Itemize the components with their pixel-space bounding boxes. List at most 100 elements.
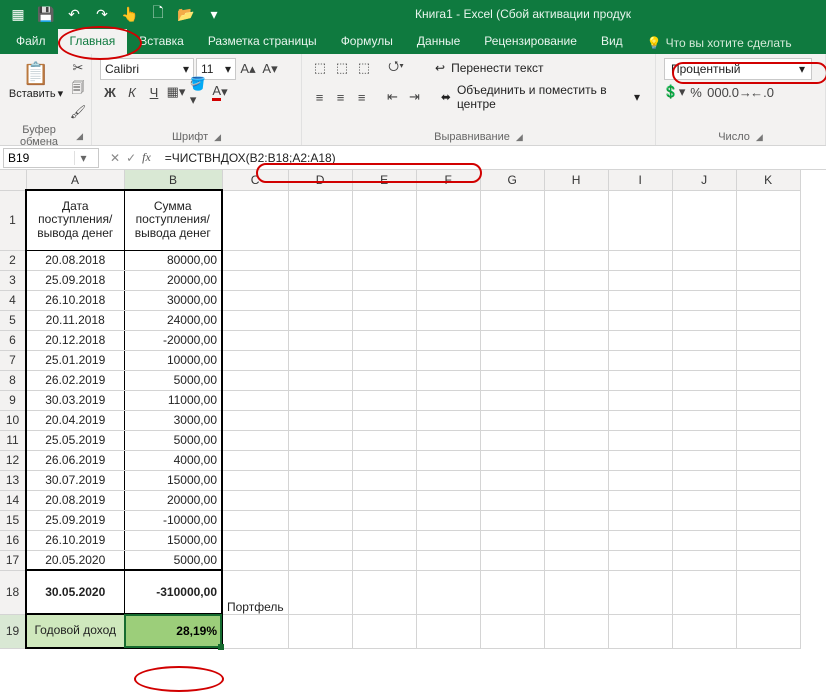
cell-B8[interactable]: 5000,00 xyxy=(124,370,222,390)
decrease-decimal-icon[interactable]: ←.0 xyxy=(752,82,772,102)
formula-input[interactable] xyxy=(159,151,826,165)
cell-C14[interactable] xyxy=(222,490,288,510)
cell-C17[interactable] xyxy=(222,550,288,570)
cell-B19[interactable]: 28,19% xyxy=(124,614,222,648)
cell-J12[interactable] xyxy=(672,450,736,470)
row-header-4[interactable]: 4 xyxy=(0,290,26,310)
row-header-16[interactable]: 16 xyxy=(0,530,26,550)
cell-E16[interactable] xyxy=(352,530,416,550)
clipboard-dialog-launcher-icon[interactable]: ◢ xyxy=(76,131,83,142)
cell-H15[interactable] xyxy=(544,510,608,530)
cell-G6[interactable] xyxy=(480,330,544,350)
cell-H2[interactable] xyxy=(544,250,608,270)
cell-I19[interactable] xyxy=(608,614,672,648)
touch-mode-icon[interactable]: 👆 xyxy=(118,2,142,26)
cell-G12[interactable] xyxy=(480,450,544,470)
cell-H1[interactable] xyxy=(544,190,608,250)
decrease-indent-icon[interactable]: ⇤ xyxy=(382,87,402,107)
cell-G10[interactable] xyxy=(480,410,544,430)
cell-J11[interactable] xyxy=(672,430,736,450)
cell-K14[interactable] xyxy=(736,490,800,510)
cell-G11[interactable] xyxy=(480,430,544,450)
cell-E6[interactable] xyxy=(352,330,416,350)
row-header-14[interactable]: 14 xyxy=(0,490,26,510)
accounting-format-icon[interactable]: 💲▾ xyxy=(664,82,684,102)
cell-J9[interactable] xyxy=(672,390,736,410)
cell-G2[interactable] xyxy=(480,250,544,270)
cell-I13[interactable] xyxy=(608,470,672,490)
cell-A1[interactable]: Дата поступления/вывода денег xyxy=(26,190,124,250)
cell-D11[interactable] xyxy=(288,430,352,450)
number-dialog-launcher-icon[interactable]: ◢ xyxy=(756,132,763,143)
cell-A15[interactable]: 25.09.2019 xyxy=(26,510,124,530)
cell-A16[interactable]: 26.10.2019 xyxy=(26,530,124,550)
cell-A4[interactable]: 26.10.2018 xyxy=(26,290,124,310)
cell-C19[interactable] xyxy=(222,614,288,648)
cell-C15[interactable] xyxy=(222,510,288,530)
cell-E2[interactable] xyxy=(352,250,416,270)
cell-E11[interactable] xyxy=(352,430,416,450)
cell-E17[interactable] xyxy=(352,550,416,570)
cell-K8[interactable] xyxy=(736,370,800,390)
cell-H3[interactable] xyxy=(544,270,608,290)
cell-F12[interactable] xyxy=(416,450,480,470)
number-format-select[interactable]: Процентный▾ xyxy=(664,58,812,80)
cell-C13[interactable] xyxy=(222,470,288,490)
excel-app-icon[interactable]: ▦ xyxy=(6,2,30,26)
cell-H8[interactable] xyxy=(544,370,608,390)
cell-G8[interactable] xyxy=(480,370,544,390)
cell-I12[interactable] xyxy=(608,450,672,470)
row-header-8[interactable]: 8 xyxy=(0,370,26,390)
cell-F3[interactable] xyxy=(416,270,480,290)
cell-J2[interactable] xyxy=(672,250,736,270)
cell-B5[interactable]: 24000,00 xyxy=(124,310,222,330)
cell-I14[interactable] xyxy=(608,490,672,510)
bold-button[interactable]: Ж xyxy=(100,82,120,102)
align-bottom-icon[interactable]: ⬚ xyxy=(354,58,374,78)
cell-F9[interactable] xyxy=(416,390,480,410)
tab-file[interactable]: Файл xyxy=(4,29,58,54)
cell-B1[interactable]: Сумма поступления/вывода денег xyxy=(124,190,222,250)
cell-I17[interactable] xyxy=(608,550,672,570)
cell-A3[interactable]: 25.09.2018 xyxy=(26,270,124,290)
cell-H13[interactable] xyxy=(544,470,608,490)
save-icon[interactable]: 💾 xyxy=(34,2,58,26)
cell-B13[interactable]: 15000,00 xyxy=(124,470,222,490)
cell-D6[interactable] xyxy=(288,330,352,350)
cell-C2[interactable] xyxy=(222,250,288,270)
cell-K1[interactable] xyxy=(736,190,800,250)
cell-B9[interactable]: 11000,00 xyxy=(124,390,222,410)
cell-A2[interactable]: 20.08.2018 xyxy=(26,250,124,270)
tab-view[interactable]: Вид xyxy=(589,29,635,54)
cell-B2[interactable]: 80000,00 xyxy=(124,250,222,270)
cell-K11[interactable] xyxy=(736,430,800,450)
cell-C9[interactable] xyxy=(222,390,288,410)
cell-C18[interactable]: Портфель xyxy=(222,570,288,614)
cell-F15[interactable] xyxy=(416,510,480,530)
cell-A9[interactable]: 30.03.2019 xyxy=(26,390,124,410)
cell-A12[interactable]: 26.06.2019 xyxy=(26,450,124,470)
fx-icon[interactable]: fx xyxy=(142,150,151,165)
cell-F2[interactable] xyxy=(416,250,480,270)
cell-D8[interactable] xyxy=(288,370,352,390)
cell-I16[interactable] xyxy=(608,530,672,550)
cell-F10[interactable] xyxy=(416,410,480,430)
cell-B4[interactable]: 30000,00 xyxy=(124,290,222,310)
cell-J3[interactable] xyxy=(672,270,736,290)
wrap-text-button[interactable]: ↩Перенести текст xyxy=(428,58,550,78)
cell-E1[interactable] xyxy=(352,190,416,250)
cell-H5[interactable] xyxy=(544,310,608,330)
row-header-10[interactable]: 10 xyxy=(0,410,26,430)
cell-B17[interactable]: 5000,00 xyxy=(124,550,222,570)
font-dialog-launcher-icon[interactable]: ◢ xyxy=(214,132,221,143)
column-header-K[interactable]: K xyxy=(736,170,800,190)
cell-I7[interactable] xyxy=(608,350,672,370)
qat-customize-icon[interactable]: ▾ xyxy=(202,2,226,26)
cell-D5[interactable] xyxy=(288,310,352,330)
cell-F18[interactable] xyxy=(416,570,480,614)
cell-K9[interactable] xyxy=(736,390,800,410)
cell-H14[interactable] xyxy=(544,490,608,510)
cell-F4[interactable] xyxy=(416,290,480,310)
select-all-corner[interactable] xyxy=(0,170,26,190)
cell-E12[interactable] xyxy=(352,450,416,470)
